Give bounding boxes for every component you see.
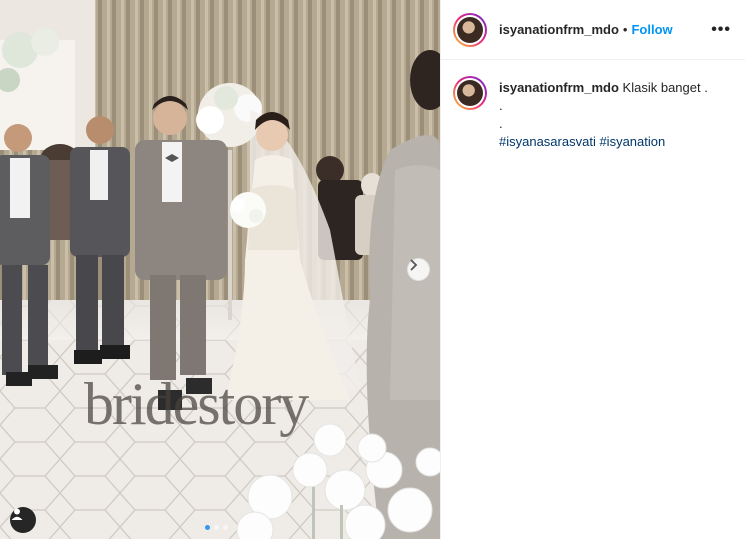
avatar[interactable] xyxy=(453,12,487,47)
wedding-photo xyxy=(0,0,440,539)
carousel-indicator xyxy=(205,525,228,530)
caption-text: isyanationfrm_mdo Klasik banget . . . #i… xyxy=(499,76,708,151)
post-caption: isyanationfrm_mdo Klasik banget . . . #i… xyxy=(441,60,745,151)
caption-username[interactable]: isyanationfrm_mdo xyxy=(499,80,619,95)
carousel-dot xyxy=(214,525,219,530)
caption-line: . xyxy=(499,98,503,113)
avatar[interactable] xyxy=(453,76,487,110)
caption-body: Klasik banget . xyxy=(622,80,708,95)
caption-line: . xyxy=(499,116,503,131)
more-options-icon[interactable]: ••• xyxy=(711,21,731,39)
chevron-right-icon xyxy=(410,259,418,271)
hashtag-link[interactable]: #isyanation xyxy=(599,134,665,149)
watermark-logo: bridestory xyxy=(84,371,309,437)
user-icon xyxy=(11,508,23,520)
post-sidebar: isyanationfrm_mdo • Follow ••• isyanatio… xyxy=(440,0,745,539)
instagram-post: bridestory isyanationfrm_mdo • Follow ••… xyxy=(0,0,745,539)
tagged-users-button[interactable] xyxy=(10,507,36,533)
carousel-dot xyxy=(205,525,210,530)
separator-dot: • xyxy=(622,22,628,37)
follow-button[interactable]: Follow xyxy=(631,22,672,37)
post-media[interactable]: bridestory xyxy=(0,0,440,539)
carousel-next-button[interactable] xyxy=(407,258,430,281)
author-username[interactable]: isyanationfrm_mdo xyxy=(499,22,619,37)
hashtag-link[interactable]: #isyanasarasvati xyxy=(499,134,596,149)
carousel-dot xyxy=(223,525,228,530)
post-header: isyanationfrm_mdo • Follow ••• xyxy=(441,0,745,60)
